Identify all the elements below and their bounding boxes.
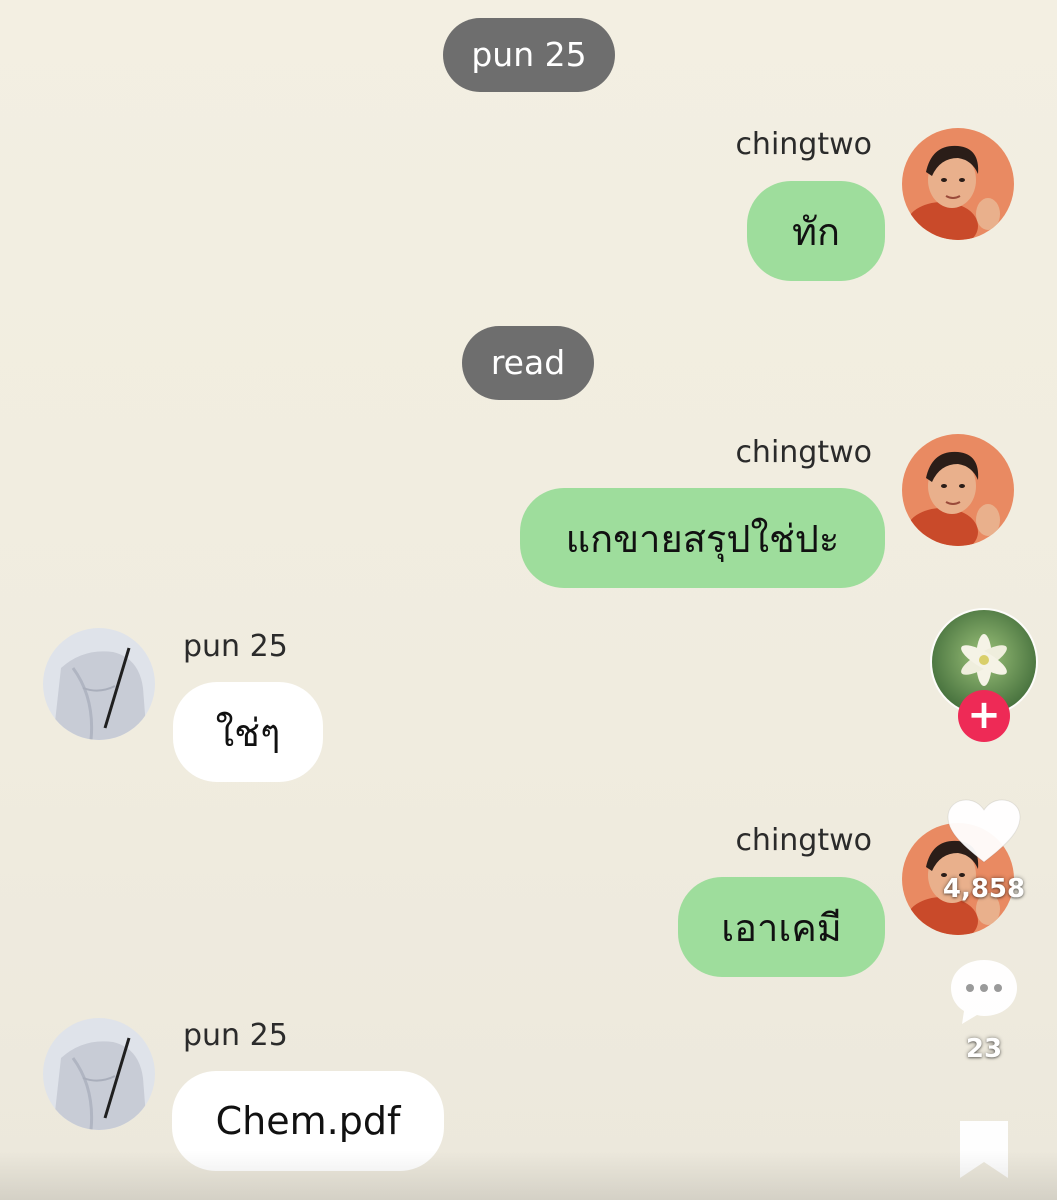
sender-name: pun 25 [183,1018,288,1053]
comment-count: 23 [965,1034,1003,1064]
sender-name: pun 25 [183,629,288,664]
sender-name: chingtwo [735,435,872,470]
message-bubble-outgoing: แกขายสรุปใช่ปะ [520,488,885,588]
bottom-fade [0,1150,1057,1200]
sender-name: chingtwo [735,127,872,162]
message-bubble-outgoing: ทัก [747,181,885,281]
avatar-pun-25 [43,1018,155,1130]
like-count: 4,858 [942,874,1026,904]
bookmark-icon[interactable] [957,1118,1011,1182]
avatar-chingtwo [902,434,1014,546]
chat-header-pill: pun 25 [443,18,615,92]
message-bubble-outgoing: เอาเคมี [678,877,885,977]
message-bubble-incoming: ใช่ๆ [173,682,323,782]
chat-screen: pun 25 chingtwo ทัก read chingtwo แกขายส… [0,0,1057,1200]
read-receipt-pill: read [462,326,594,400]
follow-plus-button[interactable]: + [958,690,1010,742]
comment-icon[interactable] [948,956,1020,1026]
heart-icon[interactable] [946,798,1022,866]
message-bubble-incoming: Chem.pdf [172,1071,444,1171]
avatar-chingtwo [902,128,1014,240]
sender-name: chingtwo [735,823,872,858]
avatar-pun-25 [43,628,155,740]
